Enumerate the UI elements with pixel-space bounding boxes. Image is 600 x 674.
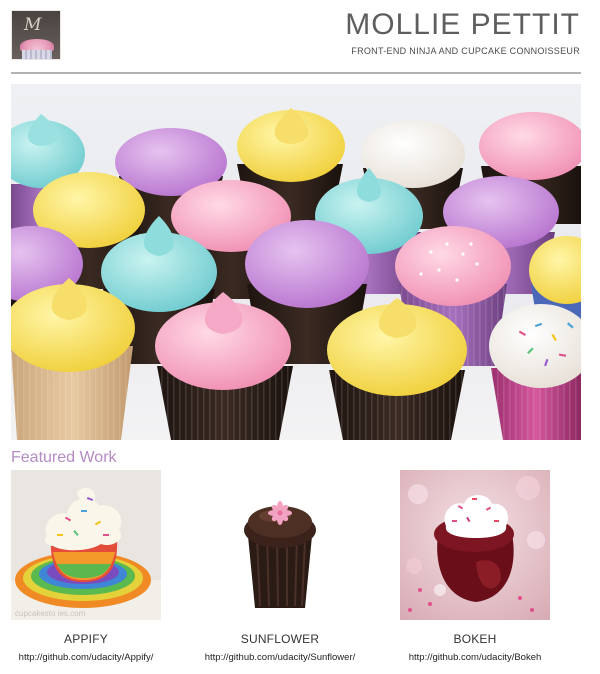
featured-item-sunflower: SUNFLOWER http://github.com/udacity/Sunf… — [185, 470, 375, 663]
featured-item-link[interactable]: http://github.com/udacity/Bokeh — [380, 652, 570, 663]
featured-item-name: SUNFLOWER — [240, 632, 320, 646]
featured-item-name: APPIFY — [64, 632, 108, 646]
cupcake-front-yellow-choc — [327, 298, 467, 440]
featured-item-link[interactable]: http://github.com/udacity/Sunflower/ — [185, 652, 375, 663]
cupcake-front-white-sprinkles — [489, 304, 581, 440]
cupcake-logo-icon[interactable]: M — [11, 10, 61, 60]
featured-item-appify: cupcakesto ies.com APPIFY http://github.… — [0, 470, 181, 663]
rainbow-cupcake-image[interactable]: cupcakesto ies.com — [11, 470, 161, 620]
site-title: MOLLIE PETTIT — [345, 8, 580, 41]
logo-monogram: M — [24, 15, 42, 35]
red-velvet-cupcake-image[interactable] — [400, 470, 550, 620]
featured-item-name: BOKEH — [453, 632, 497, 646]
featured-work-heading: Featured Work — [11, 449, 117, 466]
chocolate-cupcake-image[interactable] — [205, 470, 355, 620]
logo-wrapper — [22, 50, 52, 59]
cupcakes-hero-image — [11, 84, 581, 440]
header-divider — [11, 72, 581, 74]
featured-item-link[interactable]: http://github.com/udacity/Appify/ — [0, 652, 181, 663]
featured-item-bokeh: BOKEH http://github.com/udacity/Bokeh — [380, 470, 570, 663]
image-watermark: cupcakesto ies.com — [15, 609, 86, 618]
site-subtitle: FRONT-END NINJA AND CUPCAKE CONNOISSEUR — [351, 46, 580, 56]
cupcake-front-yellow-vanilla — [11, 278, 135, 440]
